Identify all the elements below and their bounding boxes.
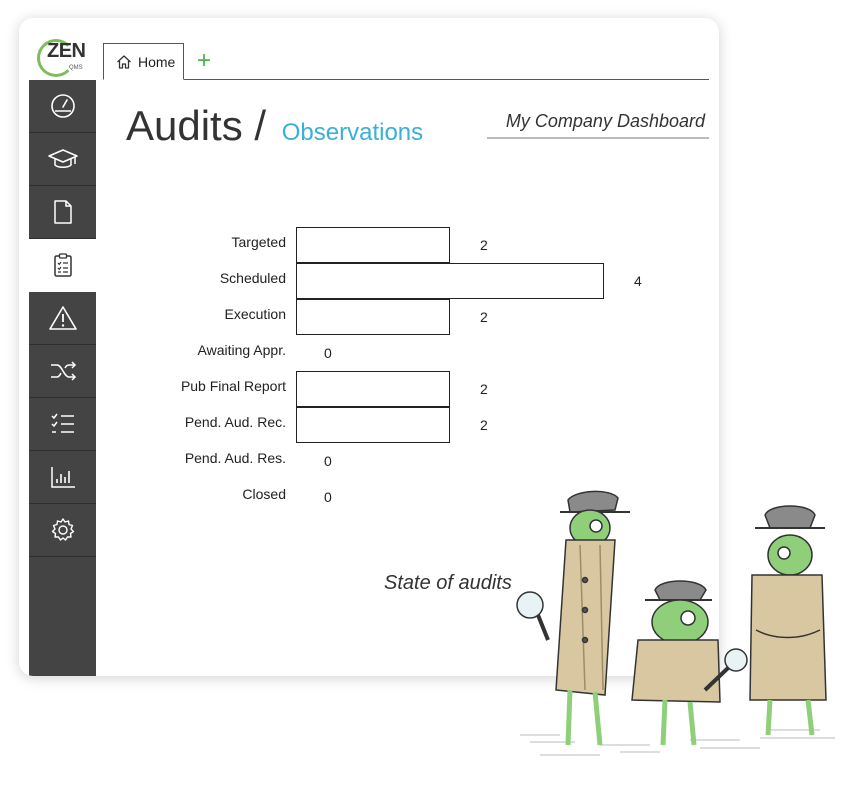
bar-value-label: 0 [324,345,332,361]
bar-value-label: 0 [324,489,332,505]
bar[interactable] [296,263,604,299]
bar-value-label: 2 [480,309,488,325]
bar-value-label: 2 [480,237,488,253]
bar-label: Execution [224,306,286,322]
audit-state-chart: Targeted 2 Scheduled 4 Execution 2 Awaiting Ap… [19,18,719,676]
app-window: ZEN QMS Home + Audits / Observations My … [19,18,719,676]
bar-label: Scheduled [219,270,286,286]
bar-value-label: 2 [480,381,488,397]
bar-label: Pend. Aud. Rec. [184,414,286,430]
bar-value-label: 0 [324,453,332,469]
bar[interactable] [296,299,450,335]
bar-value-label: 4 [634,273,642,289]
detective-right [749,505,827,736]
bar[interactable] [296,227,450,263]
bar[interactable] [296,371,450,407]
ground-hatching [520,729,835,756]
bar-label: Closed [242,486,286,502]
bar-label: Pub Final Report [180,378,286,394]
bar-label: Awaiting Appr. [197,342,286,358]
bar-label: Pend. Aud. Res. [184,450,286,466]
bar[interactable] [296,407,450,443]
bar-label: Targeted [231,234,286,250]
chart-title: State of audits [384,572,512,594]
bar-value-label: 2 [480,417,488,433]
